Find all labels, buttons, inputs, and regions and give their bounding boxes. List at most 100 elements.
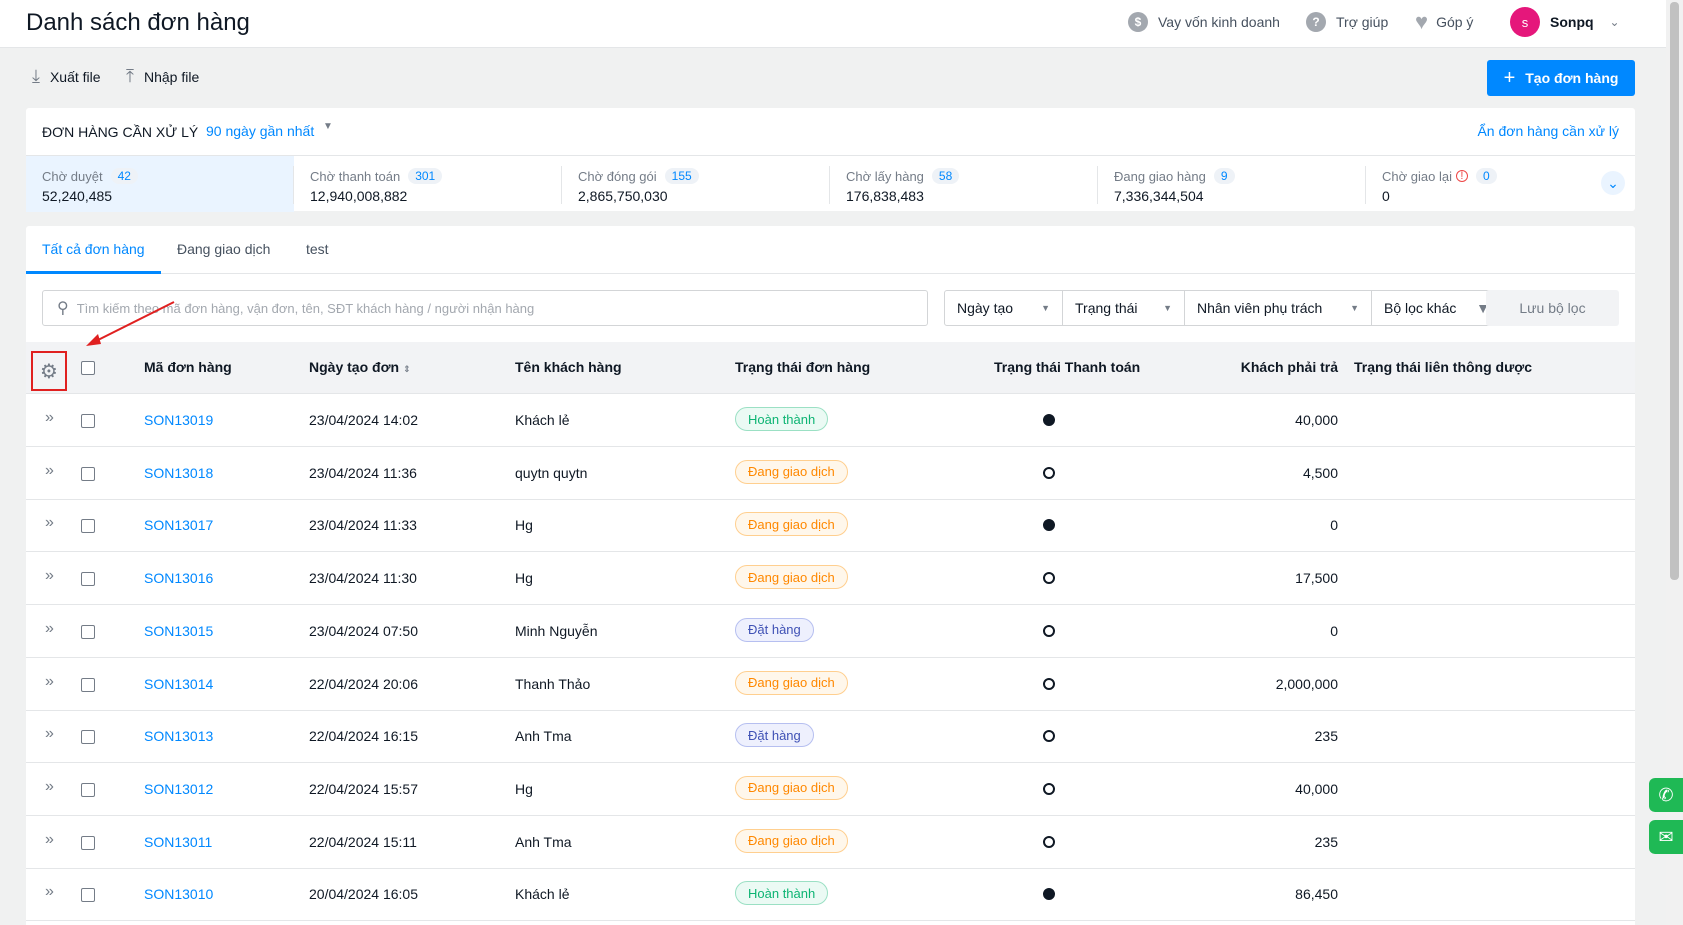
double-chevron-right-icon[interactable]: »: [45, 831, 54, 849]
create-order-button[interactable]: + Tạo đơn hàng: [1487, 60, 1635, 96]
loan-link[interactable]: $ Vay vốn kinh doanh: [1128, 12, 1280, 32]
column-sync: Trạng thái liên thông dược: [1354, 359, 1532, 375]
stat-label: Chờ giao lại: [1382, 168, 1452, 184]
page-title: Danh sách đơn hàng: [26, 9, 250, 36]
warning-icon: !: [1455, 170, 1468, 182]
table-row[interactable]: » SON13015 23/04/2024 07:50 Minh Nguyễn Đặt …: [26, 605, 1635, 658]
order-code-link[interactable]: SON13015: [144, 623, 213, 639]
amount-due: 4,500: [1302, 464, 1338, 481]
scrollbar-thumb[interactable]: [1670, 2, 1679, 580]
pending-title: ĐƠN HÀNG CẦN XỬ LÝ: [42, 124, 199, 140]
double-chevron-right-icon[interactable]: »: [45, 883, 54, 901]
table-row[interactable]: » SON13010 20/04/2024 16:05 Khách lẻ Hoàn th…: [26, 869, 1635, 922]
dollar-icon: $: [1128, 12, 1148, 32]
table-row[interactable]: » SON13016 23/04/2024 11:30 Hg Đang giao dịc…: [26, 553, 1635, 606]
row-checkbox[interactable]: [81, 888, 95, 903]
customer-name: Thanh Thảo: [515, 675, 591, 692]
double-chevron-right-icon[interactable]: »: [45, 725, 54, 743]
payment-status-dot: [1043, 730, 1055, 743]
status-badge: Đang giao dịch: [735, 670, 848, 695]
order-date: 20/04/2024 16:05: [309, 886, 418, 903]
user-menu[interactable]: s Sonpq ⌄: [1510, 7, 1620, 37]
table-row[interactable]: » SON13017 23/04/2024 11:33 Hg Đang giao dịc…: [26, 500, 1635, 553]
double-chevron-right-icon[interactable]: »: [45, 620, 54, 638]
tab-test[interactable]: test: [306, 241, 329, 257]
order-code-link[interactable]: SON13011: [144, 834, 212, 850]
table-row[interactable]: » SON13019 23/04/2024 14:02 Khách lẻ Hoàn th…: [26, 395, 1635, 447]
table-row[interactable]: » SON13012 22/04/2024 15:57 Hg Đang giao dịc…: [26, 763, 1635, 816]
filter-staff[interactable]: Nhân viên phụ trách ▼: [1185, 291, 1372, 325]
chat-icon[interactable]: ✉: [1649, 820, 1683, 854]
double-chevron-right-icon[interactable]: »: [45, 409, 54, 427]
double-chevron-right-icon[interactable]: »: [45, 673, 54, 691]
save-filter-button[interactable]: Lưu bộ lọc: [1486, 290, 1619, 326]
payment-status-dot: [1043, 835, 1055, 848]
customer-name: Hg: [515, 780, 533, 797]
row-checkbox[interactable]: [81, 572, 95, 587]
stat-value: 176,838,483: [846, 188, 924, 204]
column-amount: Khách phải trả: [1240, 359, 1338, 375]
select-all-checkbox[interactable]: [81, 361, 95, 375]
orders-panel: Tất cả đơn hàng Đang giao dịch test ⚲ Tì…: [26, 226, 1635, 925]
help-link[interactable]: ? Trợ giúp: [1306, 12, 1388, 32]
row-checkbox[interactable]: [81, 730, 95, 745]
question-icon: ?: [1306, 12, 1326, 32]
row-checkbox[interactable]: [81, 519, 95, 534]
double-chevron-right-icon[interactable]: »: [45, 778, 54, 796]
export-button[interactable]: ⤓ Xuất file: [32, 66, 101, 87]
create-order-label: Tạo đơn hàng: [1525, 70, 1619, 86]
stat-redelivery[interactable]: Chờ giao lại! 0 0: [1366, 156, 1634, 212]
stat-count: 155: [664, 168, 699, 184]
order-code-link[interactable]: SON13018: [144, 465, 213, 481]
stat-delivering[interactable]: Đang giao hàng 9 7,336,344,504: [1098, 156, 1366, 212]
order-code-link[interactable]: SON13017: [144, 517, 213, 533]
filter-created-date[interactable]: Ngày tạo ▼: [945, 291, 1063, 325]
import-button[interactable]: ⤒ Nhập file: [126, 66, 199, 87]
pending-range-select[interactable]: 90 ngày gần nhất: [206, 123, 314, 139]
row-checkbox[interactable]: [81, 782, 95, 797]
row-checkbox[interactable]: [81, 414, 95, 428]
filter-label: Trạng thái: [1075, 300, 1138, 316]
search-input[interactable]: ⚲ Tìm kiếm theo mã đơn hàng, vận đơn, tê…: [42, 290, 928, 326]
filter-other[interactable]: Bộ lọc khác ▼: [1372, 291, 1502, 325]
user-name: Sonpq: [1550, 14, 1594, 30]
feedback-link[interactable]: ♥ Góp ý: [1415, 11, 1473, 33]
payment-status-dot: [1043, 782, 1055, 795]
table-row[interactable]: » SON13014 22/04/2024 20:06 Thanh Thảo Đang …: [26, 658, 1635, 711]
hide-pending-link[interactable]: Ẩn đơn hàng cần xử lý: [1477, 123, 1619, 139]
double-chevron-right-icon[interactable]: »: [45, 514, 54, 532]
order-code-link[interactable]: SON13019: [144, 412, 213, 428]
column-settings-button[interactable]: ⚙: [31, 351, 67, 391]
filter-status[interactable]: Trạng thái ▼: [1063, 291, 1185, 325]
chevron-down-icon[interactable]: ⌄: [1601, 171, 1625, 195]
stat-awaiting-pickup[interactable]: Chờ lấy hàng 58 176,838,483: [830, 156, 1098, 212]
table-row[interactable]: » SON13011 22/04/2024 15:11 Anh Tma Đang gia…: [26, 816, 1635, 869]
amount-due: 2,000,000: [1275, 675, 1338, 692]
order-code-link[interactable]: SON13014: [144, 676, 213, 692]
stat-label: Chờ duyệt: [42, 168, 103, 184]
column-date[interactable]: Ngày tạo đơn ⇕: [309, 359, 411, 375]
row-checkbox[interactable]: [81, 835, 95, 850]
caret-down-icon[interactable]: ▼: [323, 121, 333, 132]
table-row[interactable]: » SON13013 22/04/2024 16:15 Anh Tma Đặt hàng…: [26, 711, 1635, 764]
tab-in-transaction[interactable]: Đang giao dịch: [177, 241, 270, 257]
order-code-link[interactable]: SON13013: [144, 728, 213, 744]
double-chevron-right-icon[interactable]: »: [45, 567, 54, 585]
order-code-link[interactable]: SON13016: [144, 570, 213, 586]
phone-icon[interactable]: ✆: [1649, 778, 1683, 812]
stat-awaiting-payment[interactable]: Chờ thanh toán 301 12,940,008,882: [294, 156, 562, 212]
payment-status-dot: [1043, 888, 1055, 901]
stat-awaiting-packing[interactable]: Chờ đóng gói 155 2,865,750,030: [562, 156, 830, 212]
order-code-link[interactable]: SON13012: [144, 781, 213, 797]
stat-awaiting-approval[interactable]: Chờ duyệt 42 52,240,485: [26, 156, 294, 212]
double-chevron-right-icon[interactable]: »: [45, 462, 54, 480]
table-row[interactable]: » SON13018 23/04/2024 11:36 quytn quytn Đang…: [26, 447, 1635, 500]
tab-all-orders[interactable]: Tất cả đơn hàng: [42, 241, 145, 257]
row-checkbox[interactable]: [81, 677, 95, 692]
order-code-link[interactable]: SON13010: [144, 886, 213, 902]
filter-label: Nhân viên phụ trách: [1197, 300, 1323, 316]
row-checkbox[interactable]: [81, 624, 95, 639]
customer-name: quytn quytn: [515, 464, 588, 481]
row-checkbox[interactable]: [81, 466, 95, 481]
plus-icon: +: [1503, 66, 1516, 89]
